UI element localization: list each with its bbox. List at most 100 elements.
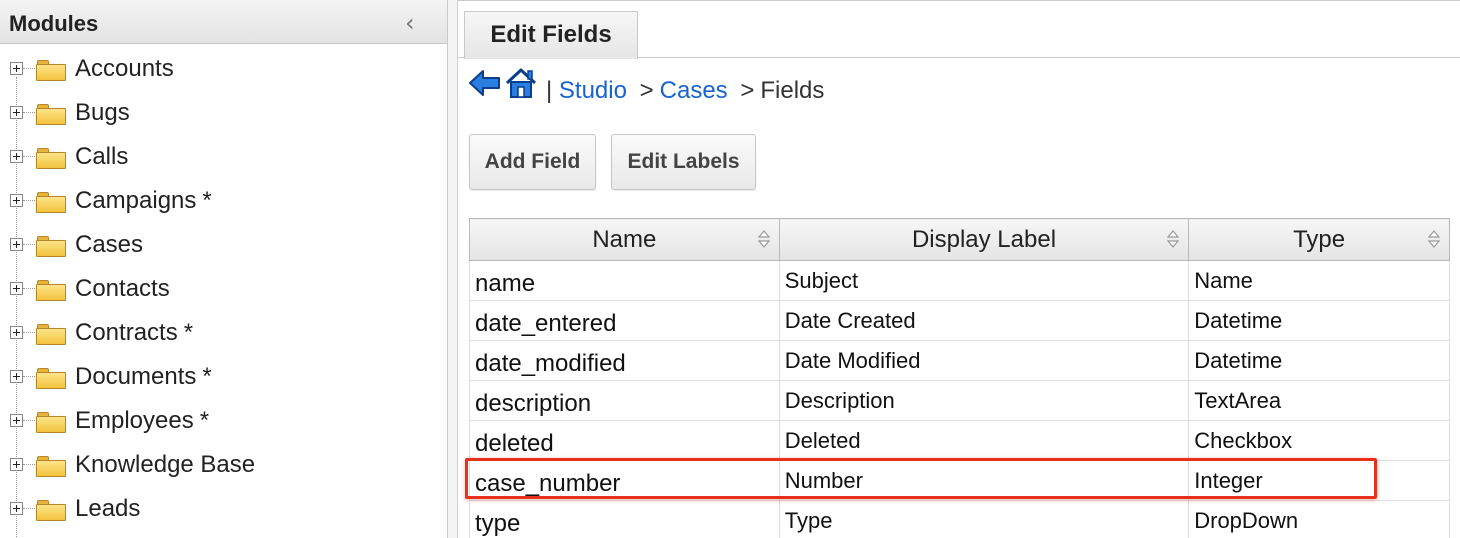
tree-item-label[interactable]: Bugs — [75, 99, 130, 127]
field-name-cell[interactable]: date_modified — [469, 340, 780, 381]
field-type-cell: Datetime — [1188, 340, 1450, 381]
breadcrumb-current: Fields — [760, 77, 825, 104]
column-header-display-label[interactable]: Display Label — [778, 218, 1190, 261]
table-header-row: Name Display Label Type — [469, 218, 1450, 261]
field-label-cell: Deleted — [778, 420, 1190, 461]
table-row[interactable]: deleted Deleted Checkbox — [469, 420, 1450, 461]
tree-item-label[interactable]: Leads — [75, 495, 140, 523]
tree-item-label[interactable]: Calls — [75, 143, 128, 171]
folder-icon — [36, 368, 66, 389]
tree-item-documents[interactable]: Documents * — [0, 355, 440, 399]
customized-star: * — [202, 187, 212, 214]
tree-item-label[interactable]: Contracts * — [75, 319, 193, 347]
tree-item-bugs[interactable]: Bugs — [0, 91, 440, 135]
tree-item-calls[interactable]: Calls — [0, 135, 440, 179]
folder-icon — [36, 456, 66, 477]
field-label-cell: Date Modified — [778, 340, 1190, 381]
field-type-cell: Name — [1188, 260, 1450, 301]
tree-item-employees[interactable]: Employees * — [0, 399, 440, 443]
expand-plus-icon[interactable] — [10, 458, 23, 471]
sort-icon[interactable] — [1427, 229, 1441, 249]
field-name-cell[interactable]: type — [469, 500, 780, 538]
panel-resize-handle[interactable] — [448, 0, 458, 538]
table-row[interactable]: type Type DropDown — [469, 500, 1450, 538]
expand-plus-icon[interactable] — [10, 194, 23, 207]
tree-item-label[interactable]: Contacts — [75, 275, 170, 303]
tree-item-contacts[interactable]: Contacts — [0, 267, 440, 311]
back-arrow-icon[interactable] — [468, 68, 502, 98]
table-row-highlighted[interactable]: case_number Number Integer — [469, 460, 1450, 501]
folder-icon — [36, 324, 66, 345]
main-content: Edit Fields | Studio > Cases > Fields Add … — [458, 0, 1460, 538]
tree-item-campaigns[interactable]: Campaigns * — [0, 179, 440, 223]
chevron-left-icon[interactable]: ‹ — [405, 9, 415, 37]
modules-title: Modules — [9, 11, 99, 36]
expand-plus-icon[interactable] — [10, 62, 23, 75]
folder-icon — [36, 192, 66, 213]
customized-star: * — [183, 319, 194, 346]
tree-item-label[interactable]: Employees * — [75, 407, 209, 435]
field-type-cell: Integer — [1188, 460, 1450, 501]
tree-item-accounts[interactable]: Accounts — [0, 47, 440, 91]
modules-panel: Modules ‹ Accounts Bugs Calls Campaigns * — [0, 0, 448, 538]
tree-item-contracts[interactable]: Contracts * — [0, 311, 440, 355]
field-name-cell[interactable]: case_number — [469, 460, 780, 501]
field-name-cell[interactable]: date_entered — [469, 300, 780, 341]
expand-plus-icon[interactable] — [10, 370, 23, 383]
expand-plus-icon[interactable] — [10, 150, 23, 163]
folder-icon — [36, 500, 66, 521]
field-type-cell: Checkbox — [1188, 420, 1450, 461]
customized-star: * — [202, 363, 212, 390]
column-header-type[interactable]: Type — [1188, 218, 1450, 261]
field-label-cell: Description — [778, 380, 1190, 421]
breadcrumb-link-cases[interactable]: Cases — [660, 77, 728, 104]
tab-edit-fields[interactable]: Edit Fields — [464, 11, 638, 59]
field-type-cell: TextArea — [1188, 380, 1450, 421]
expand-plus-icon[interactable] — [10, 502, 23, 515]
table-row[interactable]: date_entered Date Created Datetime — [469, 300, 1450, 341]
modules-header: Modules ‹ — [0, 0, 447, 44]
tree-item-leads[interactable]: Leads — [0, 487, 440, 531]
table-row[interactable]: name Subject Name — [469, 260, 1450, 301]
folder-icon — [36, 148, 66, 169]
sort-icon[interactable] — [757, 229, 771, 249]
customized-star: * — [199, 407, 210, 434]
expand-plus-icon[interactable] — [10, 282, 23, 295]
column-header-name[interactable]: Name — [469, 218, 780, 261]
field-name-cell[interactable]: description — [469, 380, 780, 421]
tree-item-knowledge-base[interactable]: Knowledge Base — [0, 443, 440, 487]
field-label-cell: Subject — [778, 260, 1190, 301]
tree-item-label[interactable]: Cases — [75, 231, 143, 259]
folder-icon — [36, 280, 66, 301]
expand-plus-icon[interactable] — [10, 238, 23, 251]
table-row[interactable]: date_modified Date Modified Datetime — [469, 340, 1450, 381]
field-name-cell[interactable]: name — [469, 260, 780, 301]
field-type-cell: Datetime — [1188, 300, 1450, 341]
sort-icon[interactable] — [1166, 229, 1180, 249]
breadcrumb-separator: > — [740, 77, 755, 104]
folder-icon — [36, 412, 66, 433]
field-label-cell: Date Created — [778, 300, 1190, 341]
folder-icon — [36, 104, 66, 125]
folder-icon — [36, 60, 66, 81]
field-label-cell: Type — [778, 500, 1190, 538]
expand-plus-icon[interactable] — [10, 326, 23, 339]
home-icon[interactable] — [504, 66, 538, 100]
tree-item-cases[interactable]: Cases — [0, 223, 440, 267]
tab-bar: Edit Fields — [458, 0, 1460, 59]
tree-item-label[interactable]: Campaigns * — [75, 187, 212, 215]
breadcrumb-separator: > — [639, 77, 654, 104]
field-type-cell: DropDown — [1188, 500, 1450, 538]
folder-icon — [36, 236, 66, 257]
field-name-cell[interactable]: deleted — [469, 420, 780, 461]
edit-labels-button[interactable]: Edit Labels — [611, 134, 756, 190]
breadcrumb-pipe: | — [546, 77, 553, 104]
expand-plus-icon[interactable] — [10, 414, 23, 427]
tree-item-label[interactable]: Documents * — [75, 363, 212, 391]
table-row[interactable]: description Description TextArea — [469, 380, 1450, 421]
tree-item-label[interactable]: Accounts — [75, 55, 174, 83]
tree-item-label[interactable]: Knowledge Base — [75, 451, 255, 479]
expand-plus-icon[interactable] — [10, 106, 23, 119]
add-field-button[interactable]: Add Field — [469, 134, 596, 190]
breadcrumb-link-studio[interactable]: Studio — [559, 77, 627, 104]
